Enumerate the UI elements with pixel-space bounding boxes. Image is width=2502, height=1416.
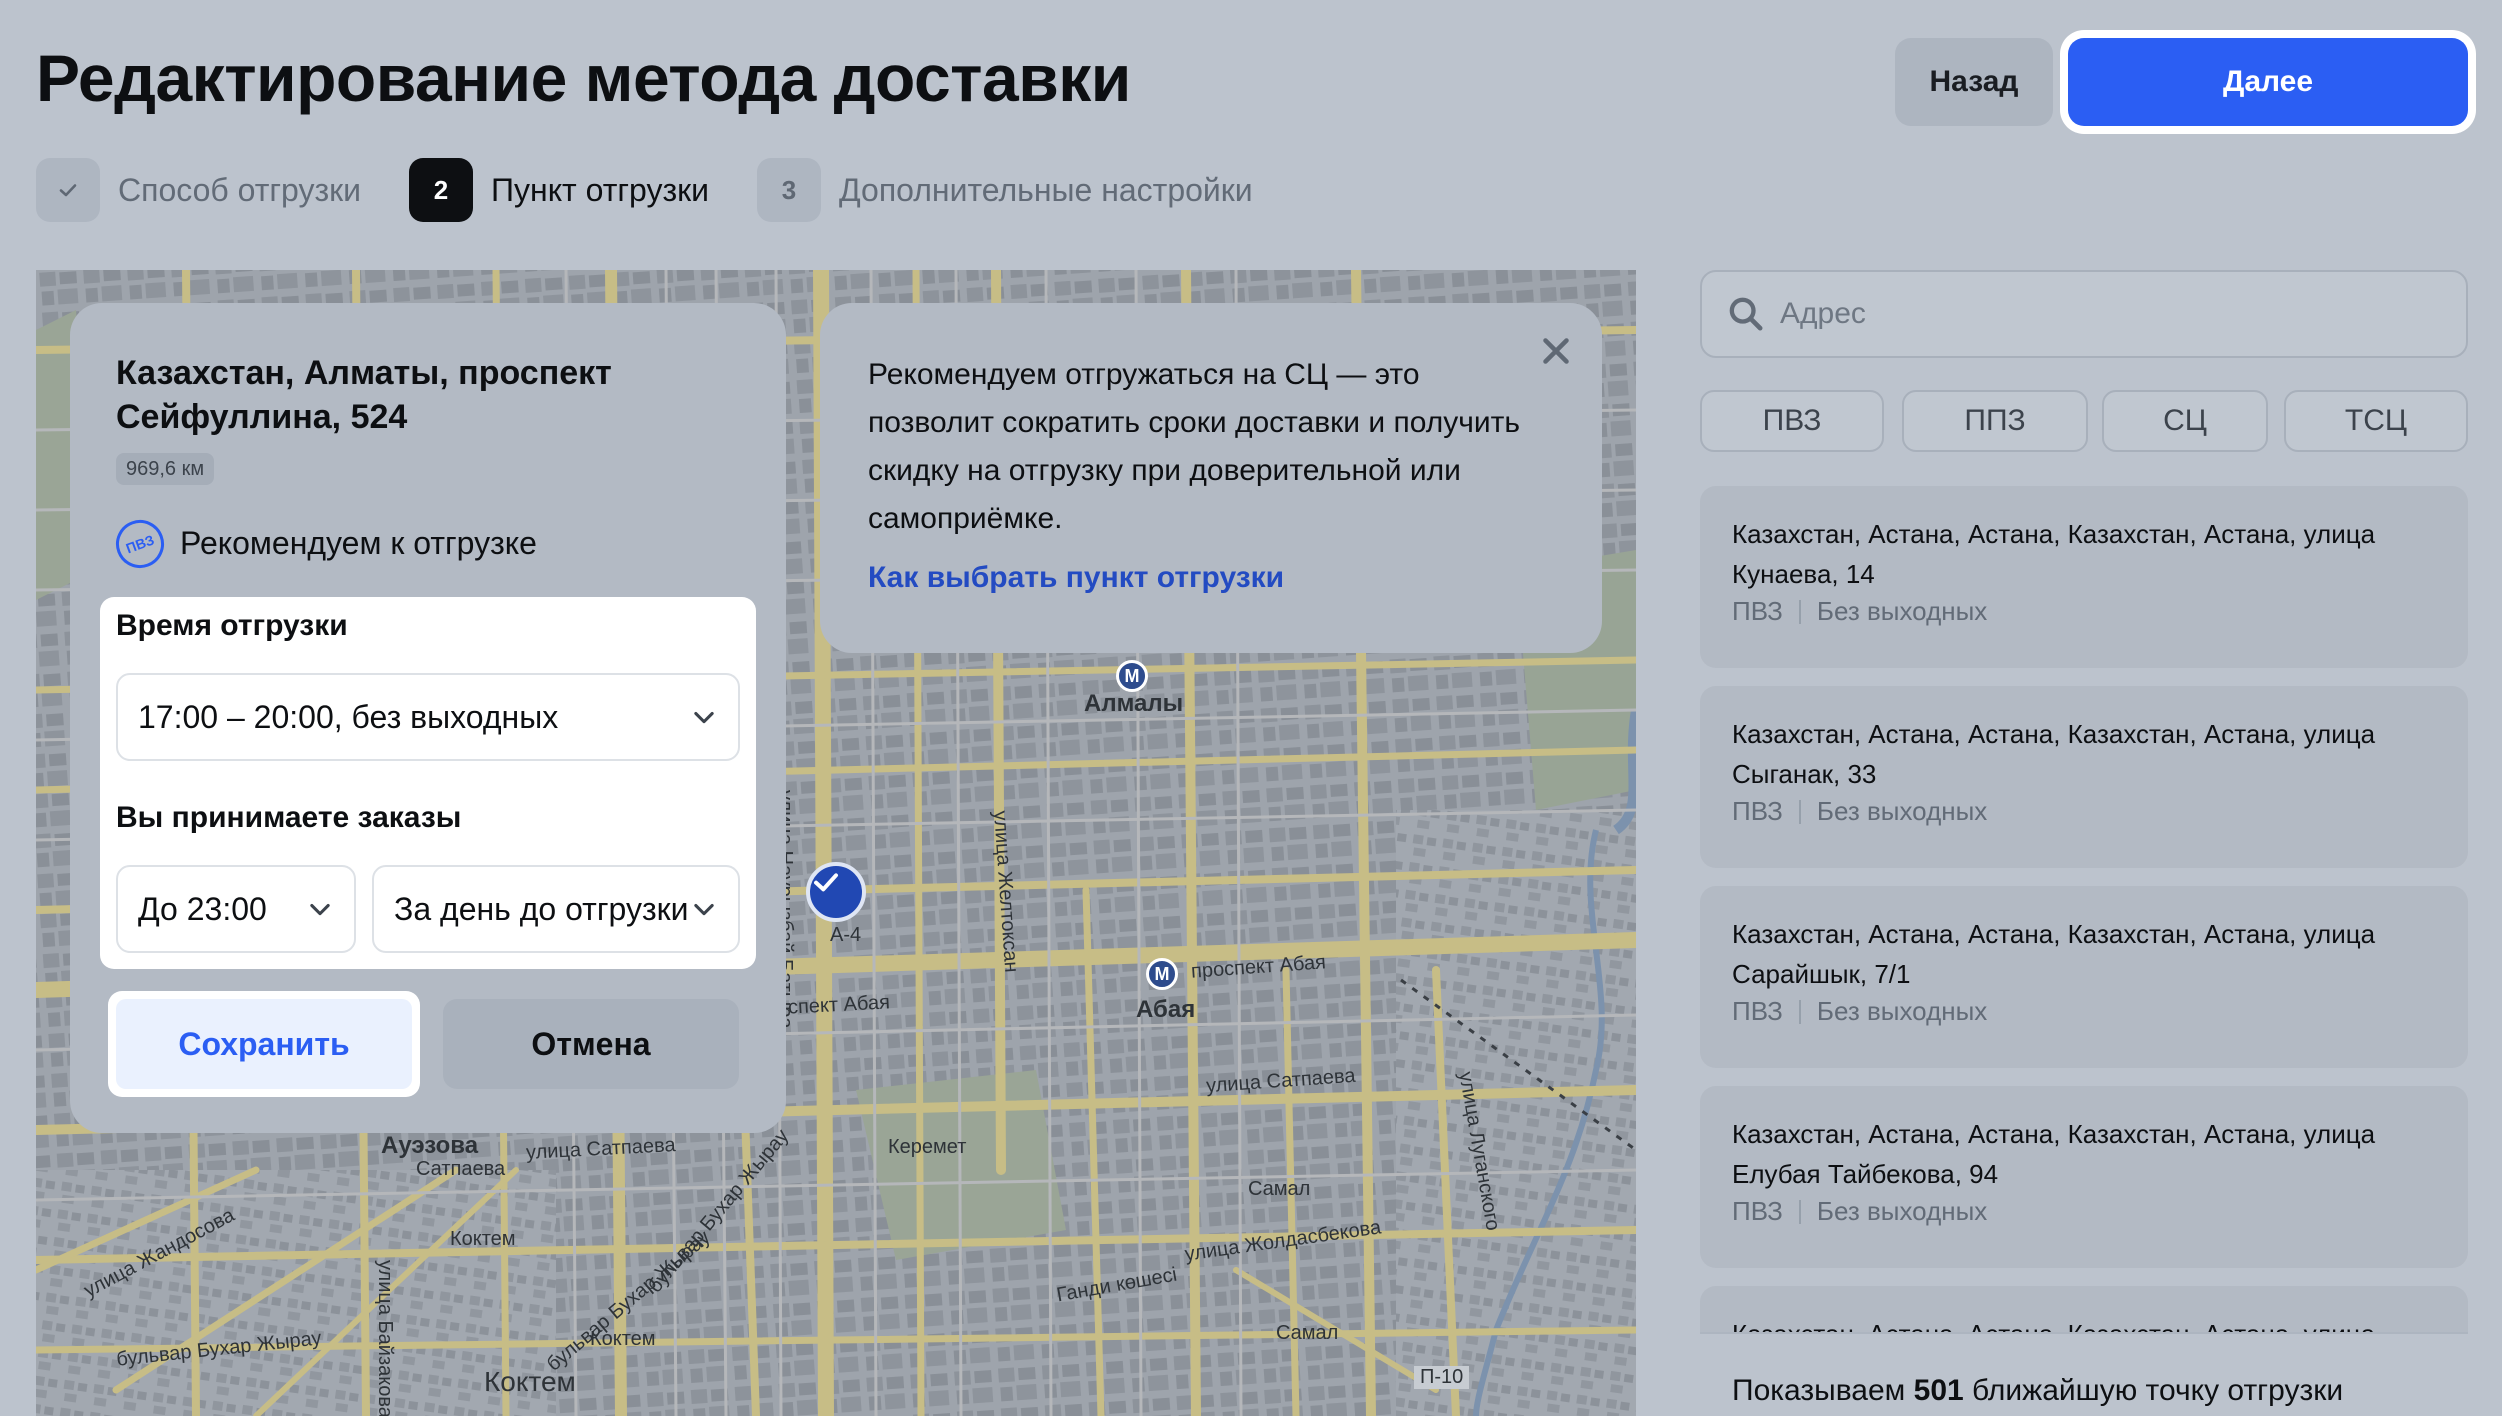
- map-label-a4: А-4: [830, 924, 862, 946]
- step-label: Дополнительные настройки: [839, 171, 1253, 208]
- point-card: Казахстан, Алматы, проспект Сейфуллина, …: [70, 303, 786, 1133]
- chevron-down-icon: [310, 903, 330, 916]
- stepper: Способ отгрузки 2 Пункт отгрузки 3 Допол…: [36, 158, 1301, 222]
- chevron-down-icon: [694, 711, 714, 724]
- check-icon: [36, 158, 100, 222]
- result-schedule: Без выходных: [1816, 1196, 1988, 1226]
- select-value: За день до отгрузки: [394, 890, 689, 927]
- selected-point-marker[interactable]: [806, 862, 866, 922]
- shipping-time-select[interactable]: 17:00 – 20:00, без выходных: [116, 673, 740, 761]
- divider: [1798, 999, 1801, 1024]
- filter-chip-sc[interactable]: СЦ: [2102, 390, 2268, 452]
- address-search[interactable]: [1700, 270, 2468, 358]
- settings-panel: Время отгрузки 17:00 – 20:00, без выходн…: [100, 597, 756, 969]
- result-meta: ПВЗ Без выходных: [1732, 1196, 2436, 1227]
- page: Редактирование метода доставки Назад Дал…: [0, 0, 2502, 1416]
- save-button-focus-ring: Сохранить: [108, 991, 420, 1097]
- close-icon[interactable]: [1538, 333, 1574, 369]
- results-count: Показываем 501 ближайшую точку отгрузки: [1700, 1332, 2468, 1416]
- divider: [1798, 599, 1801, 624]
- metro-icon: М: [1146, 958, 1178, 990]
- list-item[interactable]: Казахстан, Астана, Астана, Казахстан, Ас…: [1700, 486, 2468, 668]
- result-schedule: Без выходных: [1816, 596, 1988, 626]
- select-value: 17:00 – 20:00, без выходных: [138, 698, 559, 735]
- next-button[interactable]: Далее: [2068, 38, 2468, 126]
- map-label-samal-2: Самал: [1276, 1322, 1339, 1344]
- result-address: Казахстан, Астана, Астана, Казахстан, Ас…: [1732, 1119, 2376, 1189]
- chevron-down-icon: [694, 903, 714, 916]
- filter-chip-ppz[interactable]: ППЗ: [1902, 390, 2088, 452]
- map-label-almaly: Алмалы: [1084, 690, 1184, 717]
- map-label-samal: Самал: [1248, 1178, 1311, 1200]
- result-meta: ПВЗ Без выходных: [1732, 996, 2436, 1027]
- recommendation-text: Рекомендуем отгружаться на СЦ — это позв…: [868, 358, 1521, 535]
- results-list[interactable]: Казахстан, Астана, Астана, Казахстан, Ас…: [1700, 486, 2468, 1332]
- step-shipping-method[interactable]: Способ отгрузки: [36, 158, 361, 222]
- page-title: Редактирование метода доставки: [36, 41, 1131, 115]
- result-address: Казахстан, Астана, Астана, Казахстан, Ас…: [1732, 519, 2376, 589]
- metro-icon: М: [1116, 660, 1148, 692]
- results-count-number: 501: [1913, 1374, 1964, 1407]
- step-label: Способ отгрузки: [118, 171, 362, 208]
- cancel-button[interactable]: Отмена: [443, 999, 739, 1089]
- list-item[interactable]: Казахстан, Астана, Астана, Казахстан, Ас…: [1700, 1286, 2468, 1332]
- recommend-text: Рекомендуем к отгрузке: [180, 525, 537, 561]
- recommendation-card: Рекомендуем отгружаться на СЦ — это позв…: [820, 303, 1602, 653]
- result-address: Казахстан, Астана, Астана, Казахстан, Ас…: [1732, 719, 2376, 789]
- result-address: Казахстан, Астана, Астана, Казахстан, Ас…: [1732, 1314, 2436, 1332]
- pvz-icon: ПВЗ: [109, 513, 171, 575]
- step-shipping-point[interactable]: 2 Пункт отгрузки: [409, 158, 709, 222]
- map-label-koktem: Коктем: [450, 1228, 516, 1250]
- divider: [1798, 799, 1801, 824]
- orders-label: Вы принимаете заказы: [116, 801, 462, 834]
- divider: [1798, 1199, 1801, 1224]
- orders-day-select[interactable]: За день до отгрузки: [372, 865, 740, 953]
- map-label-bayzakova: улица Байзакова: [374, 1260, 396, 1416]
- recommendation-link[interactable]: Как выбрать пункт отгрузки: [868, 561, 1284, 595]
- results-count-suffix: ближайшую точку отгрузки: [1972, 1374, 2344, 1407]
- result-type: ПВЗ: [1732, 996, 1783, 1026]
- result-type: ПВЗ: [1732, 1196, 1783, 1226]
- step-label: Пункт отгрузки: [491, 171, 709, 208]
- step-number-badge: 3: [757, 158, 821, 222]
- map-label-satpaeva-small: Сатпаева: [416, 1158, 506, 1180]
- result-schedule: Без выходных: [1816, 996, 1988, 1026]
- check-icon: [814, 873, 838, 892]
- result-schedule: Без выходных: [1816, 796, 1988, 826]
- shipping-time-label: Время отгрузки: [116, 609, 348, 642]
- step-number-badge: 2: [409, 158, 474, 222]
- map-label-auezova: Ауэзова: [381, 1132, 479, 1159]
- search-input[interactable]: [1780, 297, 2466, 331]
- step-additional-settings[interactable]: 3 Дополнительные настройки: [757, 158, 1253, 222]
- point-address: Казахстан, Алматы, проспект Сейфуллина, …: [116, 354, 612, 436]
- next-button-focus-ring: Далее: [2060, 30, 2476, 134]
- results-count-prefix: Показываем: [1732, 1374, 1906, 1407]
- map-label-keremet: Керемет: [888, 1136, 967, 1158]
- filter-chip-tsc[interactable]: ТСЦ: [2284, 390, 2468, 452]
- result-address: Казахстан, Астана, Астана, Казахстан, Ас…: [1732, 919, 2376, 989]
- map-label-p10: П-10: [1414, 1366, 1470, 1389]
- back-button[interactable]: Назад: [1895, 38, 2053, 126]
- list-item[interactable]: Казахстан, Астана, Астана, Казахстан, Ас…: [1700, 686, 2468, 868]
- result-type: ПВЗ: [1732, 596, 1783, 626]
- orders-time-select[interactable]: До 23:00: [116, 865, 356, 953]
- result-meta: ПВЗ Без выходных: [1732, 796, 2436, 827]
- result-type: ПВЗ: [1732, 796, 1783, 826]
- select-value: До 23:00: [138, 890, 267, 927]
- list-item[interactable]: Казахстан, Астана, Астана, Казахстан, Ас…: [1700, 1086, 2468, 1268]
- search-icon: [1729, 297, 1763, 331]
- filter-chip-pvz[interactable]: ПВЗ: [1700, 390, 1884, 452]
- list-item[interactable]: Казахстан, Астана, Астана, Казахстан, Ас…: [1700, 886, 2468, 1068]
- save-button[interactable]: Сохранить: [116, 999, 412, 1089]
- result-meta: ПВЗ Без выходных: [1732, 596, 2436, 627]
- distance-badge: 969,6 км: [116, 453, 215, 485]
- map-label-abaya: Абая: [1136, 996, 1196, 1023]
